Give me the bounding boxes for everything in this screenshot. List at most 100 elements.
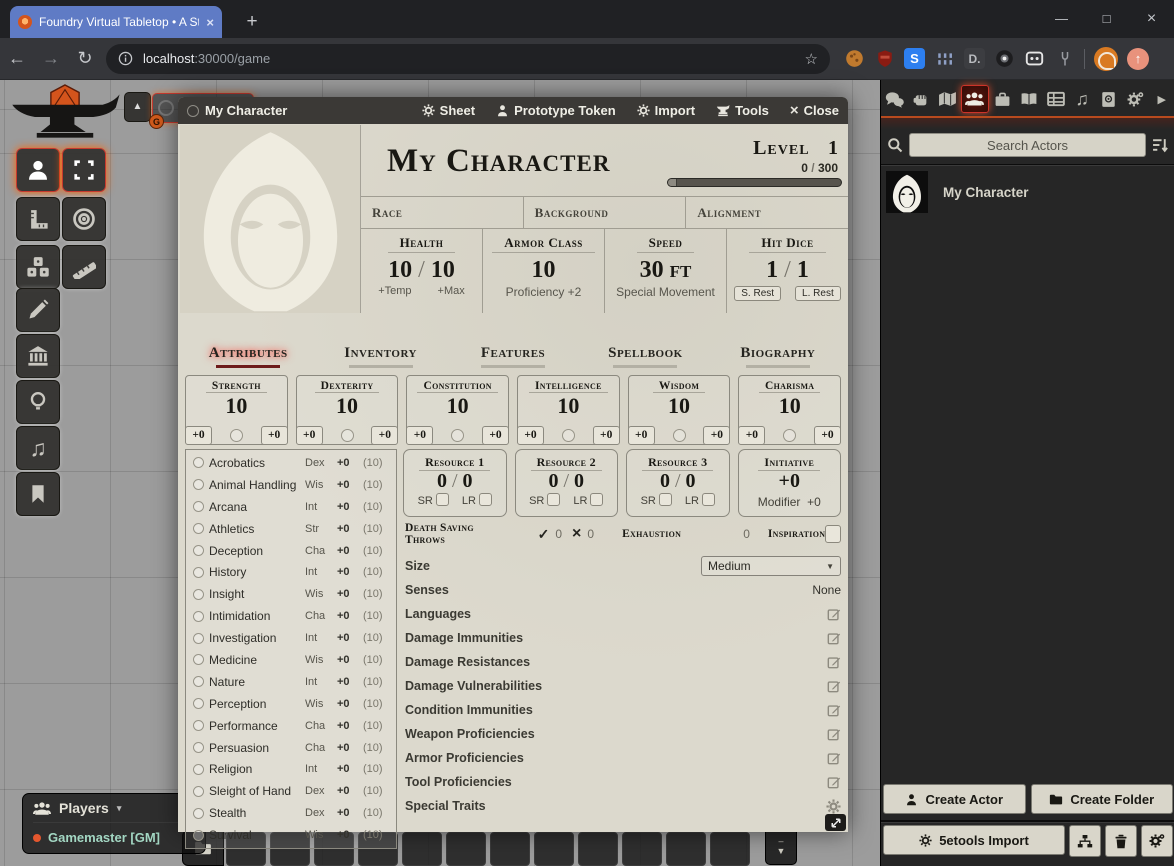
- close-button[interactable]: × Close: [790, 102, 839, 119]
- ability-name[interactable]: Strength: [206, 378, 267, 393]
- ability-check-mod[interactable]: +0: [593, 426, 620, 445]
- skill-modifier[interactable]: +0: [337, 829, 358, 841]
- notes-tools-button[interactable]: [16, 472, 60, 516]
- tab-inventory[interactable]: Inventory: [314, 342, 446, 373]
- edit-icon[interactable]: [827, 679, 841, 693]
- skill-name[interactable]: Religion: [209, 762, 300, 776]
- skill-name[interactable]: Arcana: [209, 500, 300, 514]
- ability-proficiency-radio[interactable]: [341, 429, 354, 442]
- edit-icon[interactable]: [827, 631, 841, 645]
- resource-max[interactable]: 0: [574, 470, 584, 492]
- resource-name[interactable]: Resource 1: [419, 455, 490, 471]
- skill-name[interactable]: Sleight of Hand: [209, 784, 300, 798]
- lr-checkbox[interactable]: [479, 493, 492, 506]
- hitdice-value[interactable]: 1: [766, 257, 778, 283]
- token-layer-button[interactable]: [16, 148, 60, 192]
- skill-name[interactable]: Persuasion: [209, 741, 300, 755]
- create-folder-button[interactable]: Create Folder: [1031, 784, 1174, 814]
- resource-max[interactable]: 0: [686, 470, 696, 492]
- skill-modifier[interactable]: +0: [337, 545, 358, 557]
- skill-modifier[interactable]: +0: [337, 720, 358, 732]
- skill-row[interactable]: Intimidation Cha +0 (10): [190, 605, 392, 627]
- initiative-block[interactable]: Initiative +0 Modifier +0: [738, 449, 842, 517]
- senses-value[interactable]: None: [812, 583, 841, 597]
- hotbar-page-button[interactable]: – ▼: [765, 827, 797, 865]
- skill-modifier[interactable]: +0: [337, 588, 358, 600]
- url-bar[interactable]: localhost:30000/game ☆: [106, 44, 830, 74]
- tab-journal[interactable]: [1016, 85, 1043, 113]
- resource-block[interactable]: Resource 1 0/0 SR LR: [403, 449, 507, 517]
- close-window-button[interactable]: ×: [1129, 0, 1174, 38]
- resource-value[interactable]: 0: [660, 470, 670, 492]
- 5etools-import-button[interactable]: 5etools Import: [883, 825, 1065, 855]
- skill-proficiency-radio[interactable]: [193, 676, 204, 687]
- hit-dice-stat[interactable]: Hit Dice 1/1 S. Rest L. Rest: [727, 229, 848, 313]
- browser-tab[interactable]: Foundry Virtual Tabletop • A Stan ×: [10, 6, 222, 38]
- skill-name[interactable]: Stealth: [209, 806, 300, 820]
- template-tool-button[interactable]: [62, 197, 106, 241]
- skill-row[interactable]: Persuasion Cha +0 (10): [190, 737, 392, 759]
- ability-score[interactable]: 10: [407, 394, 508, 417]
- ability-proficiency-radio[interactable]: [451, 429, 464, 442]
- skill-name[interactable]: Acrobatics: [209, 456, 300, 470]
- edit-icon[interactable]: [827, 703, 841, 717]
- hp-value[interactable]: 10: [388, 257, 412, 283]
- skill-row[interactable]: Sleight of Hand Dex +0 (10): [190, 780, 392, 802]
- health-stat[interactable]: Health 10/10 +Temp+Max: [361, 229, 483, 313]
- sr-checkbox[interactable]: [436, 493, 449, 506]
- skill-row[interactable]: Arcana Int +0 (10): [190, 496, 392, 518]
- gear-icon[interactable]: [826, 799, 841, 814]
- skill-modifier[interactable]: +0: [337, 785, 358, 797]
- ability-name[interactable]: Intelligence: [529, 378, 608, 393]
- skill-proficiency-radio[interactable]: [193, 808, 204, 819]
- skill-modifier[interactable]: +0: [337, 566, 358, 578]
- window-resize-handle[interactable]: [825, 814, 846, 831]
- alignment-field[interactable]: Alignment: [686, 197, 848, 228]
- ability-name[interactable]: Constitution: [417, 378, 497, 393]
- game-canvas[interactable]: ▲ G: [0, 80, 1174, 866]
- skill-name[interactable]: Medicine: [209, 653, 300, 667]
- drawing-tools-button[interactable]: [16, 288, 60, 332]
- maximize-button[interactable]: □: [1084, 0, 1129, 38]
- long-rest-button[interactable]: L. Rest: [795, 286, 841, 301]
- macro-slot[interactable]: [622, 832, 662, 866]
- lr-checkbox[interactable]: [702, 493, 715, 506]
- ability-check-mod[interactable]: +0: [703, 426, 730, 445]
- short-rest-button[interactable]: S. Rest: [734, 286, 781, 301]
- skill-proficiency-radio[interactable]: [193, 523, 204, 534]
- resource-value[interactable]: 0: [437, 470, 447, 492]
- hp-max[interactable]: 10: [431, 257, 455, 283]
- skill-name[interactable]: Insight: [209, 587, 300, 601]
- tab-attributes[interactable]: Attributes: [182, 342, 314, 373]
- armor-class-stat[interactable]: Armor Class 10 Proficiency +2: [483, 229, 605, 313]
- ability-block[interactable]: Strength 10 +0 +0: [185, 375, 288, 445]
- skill-modifier[interactable]: +0: [337, 457, 358, 469]
- skill-modifier[interactable]: +0: [337, 654, 358, 666]
- lens-extension-icon[interactable]: [994, 48, 1015, 69]
- macro-slot[interactable]: [534, 832, 574, 866]
- tab-compendium[interactable]: [1095, 85, 1122, 113]
- skill-row[interactable]: Perception Wis +0 (10): [190, 693, 392, 715]
- skill-row[interactable]: Religion Int +0 (10): [190, 758, 392, 780]
- ability-score[interactable]: 10: [186, 394, 287, 417]
- skill-name[interactable]: History: [209, 565, 300, 579]
- skill-proficiency-radio[interactable]: [193, 457, 204, 468]
- resource-block[interactable]: Resource 2 0/0 SR LR: [515, 449, 619, 517]
- sr-checkbox[interactable]: [659, 493, 672, 506]
- shield-extension-icon[interactable]: [874, 48, 895, 69]
- resource-block[interactable]: Resource 3 0/0 SR LR: [626, 449, 730, 517]
- forward-icon[interactable]: →: [34, 48, 68, 69]
- special-movement-label[interactable]: Special Movement: [616, 285, 715, 299]
- skill-row[interactable]: History Int +0 (10): [190, 561, 392, 583]
- window-titlebar[interactable]: My Character Sheet Prototype Token Impor…: [178, 97, 848, 124]
- skill-name[interactable]: Intimidation: [209, 609, 300, 623]
- skill-name[interactable]: Athletics: [209, 522, 300, 536]
- hp-tempmax-label[interactable]: +Max: [438, 285, 465, 297]
- skill-proficiency-radio[interactable]: [193, 830, 204, 841]
- actor-list-item[interactable]: My Character: [881, 168, 1174, 216]
- skill-name[interactable]: Survival: [209, 828, 300, 842]
- skill-row[interactable]: Insight Wis +0 (10): [190, 583, 392, 605]
- tab-biography[interactable]: Biography: [712, 342, 844, 373]
- death-success-icon[interactable]: ✓: [538, 526, 550, 543]
- ability-save-mod[interactable]: +0: [628, 426, 655, 445]
